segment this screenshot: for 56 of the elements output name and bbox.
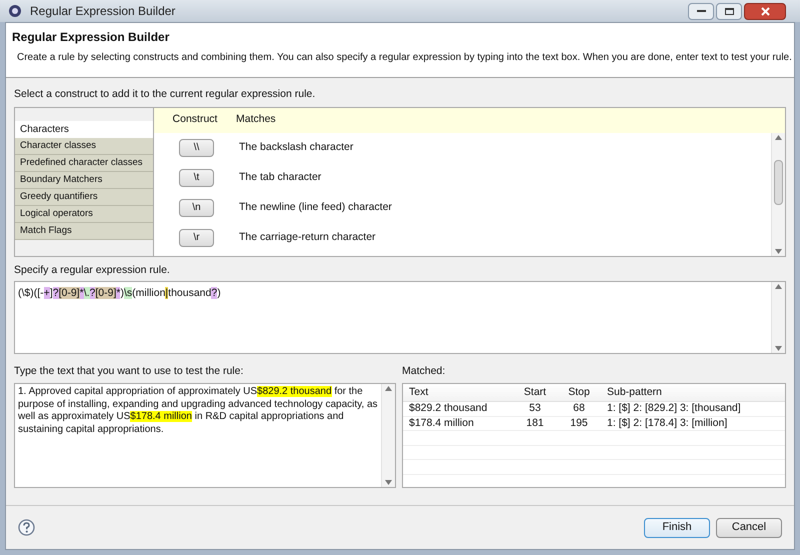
- close-icon: [760, 6, 770, 16]
- construct-description: The newline (line feed) character: [239, 200, 392, 215]
- page-title: Regular Expression Builder: [12, 29, 170, 46]
- scroll-down-icon[interactable]: [385, 480, 392, 486]
- table-cell-text: $178.4 million: [408, 416, 475, 431]
- column-header: Matches: [236, 112, 276, 128]
- construct-prompt: Select a construct to add it to the current regular expression rule.: [14, 87, 316, 102]
- column-header: Sub-pattern: [606, 384, 663, 400]
- rule-label: Specify a regular expression rule.: [14, 262, 171, 278]
- category-tab[interactable]: Predefined character classes: [15, 154, 153, 172]
- matched-label: Matched:: [402, 364, 446, 378]
- table-cell-text: 1: [$] 2: [178.4] 3: [million]: [606, 416, 728, 431]
- rule-field[interactable]: (\$)([-+]?[0-9]*\.?[0-9]*)\s(million|thousand?): [14, 280, 786, 354]
- category-tab[interactable]: Boundary Matchers: [15, 172, 153, 189]
- table-cell-text: 53: [528, 401, 542, 416]
- dialog-button[interactable]: Cancel: [716, 518, 782, 538]
- column-header: Start: [522, 384, 548, 400]
- category-tab[interactable]: Match Flags: [15, 222, 153, 240]
- app-icon: [8, 4, 22, 18]
- construct-description: The carriage-return character: [239, 230, 376, 245]
- help-icon[interactable]: [18, 519, 35, 536]
- test-text-field[interactable]: [14, 383, 396, 488]
- category-tab[interactable]: Character classes: [15, 138, 153, 155]
- category-tab[interactable]: Greedy quantifiers: [15, 188, 153, 206]
- scroll-up-icon[interactable]: [775, 284, 782, 288]
- construct-button[interactable]: \r: [179, 228, 214, 247]
- close-button[interactable]: [744, 2, 786, 20]
- column-header: Text: [408, 384, 430, 400]
- construct-description: The tab character: [239, 170, 322, 185]
- category-tab[interactable]: Characters: [15, 120, 153, 138]
- scroll-bar[interactable]: [381, 384, 395, 488]
- construct-description: The backslash character: [239, 140, 354, 155]
- construct-button[interactable]: \t: [179, 168, 214, 187]
- construct-button[interactable]: \n: [179, 198, 214, 217]
- minimize-button[interactable]: [688, 2, 714, 20]
- column-header: Stop: [567, 384, 591, 400]
- scroll-up-icon[interactable]: [385, 386, 392, 392]
- scroll-bar[interactable]: [771, 282, 785, 352]
- maximize-button[interactable]: [716, 2, 742, 20]
- scroll-thumb[interactable]: [774, 160, 783, 205]
- scroll-bar[interactable]: [771, 132, 785, 256]
- column-header: Construct: [172, 112, 218, 128]
- table-cell-text: 68: [572, 401, 586, 416]
- scroll-down-icon[interactable]: [775, 248, 782, 254]
- table-cell-text: 195: [569, 416, 589, 431]
- window-title: Regular Expression Builder: [30, 3, 176, 20]
- test-label: Type the text that you want to use to test the rule:: [14, 364, 244, 378]
- scroll-down-icon[interactable]: [775, 346, 782, 350]
- table-cell-text: 1: [$] 2: [829.2] 3: [thousand]: [606, 401, 742, 416]
- category-tab[interactable]: Logical operators: [15, 206, 153, 223]
- construct-button[interactable]: \\: [179, 138, 214, 157]
- dialog-button[interactable]: Finish: [644, 518, 710, 538]
- test-text: 1. Approved capital appropriation of approximately US$829.2 thousand for the purpose of installing, expanding and upgrading advanced technology capacity, as well as approximately US$178.4 million in R&D capital appropriations and sustaining capital appropriations.: [18, 386, 378, 436]
- regex-text: (\$)([-+]?[0-9]*\.?[0-9]*)\s(million|thousand?): [18, 286, 221, 298]
- table-cell-text: 181: [525, 416, 545, 431]
- table-cell-text: $829.2 thousand: [408, 401, 488, 416]
